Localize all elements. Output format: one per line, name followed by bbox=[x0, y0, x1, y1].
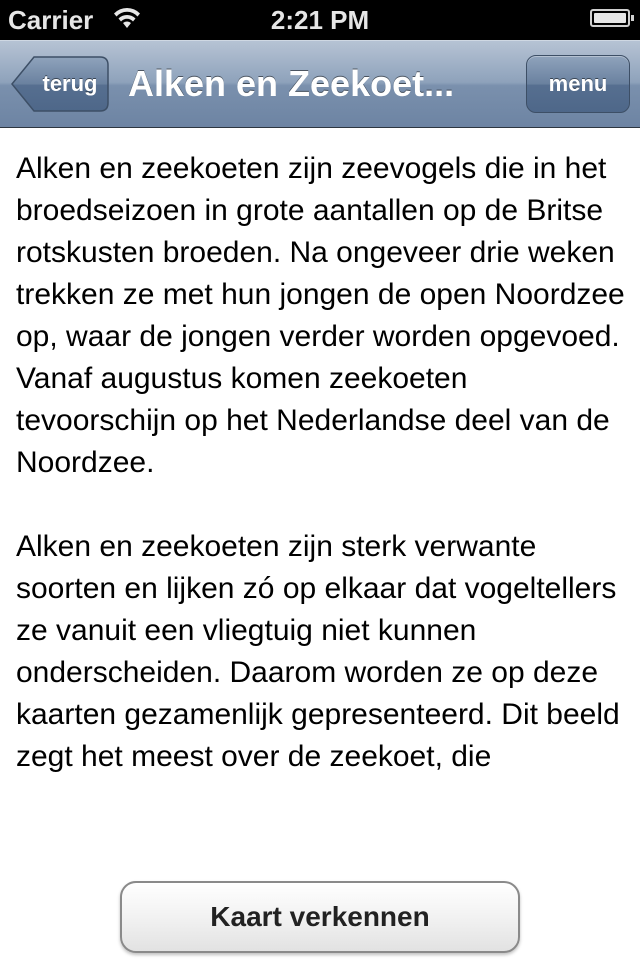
status-time: 2:21 PM bbox=[270, 5, 370, 35]
navigation-bar: terug Alken en Zeekoet... menu bbox=[0, 40, 640, 128]
menu-button[interactable]: menu bbox=[526, 55, 630, 113]
page-title: Alken en Zeekoet... bbox=[128, 63, 455, 104]
back-button-label: terug bbox=[42, 71, 98, 96]
back-button[interactable]: terug bbox=[10, 55, 110, 113]
article-text: Alken en zeekoeten zijn zeevogels die in… bbox=[16, 148, 626, 878]
explore-map-button[interactable]: Kaart verkennen bbox=[120, 881, 520, 953]
paragraph: Alken en zeekoeten zijn zeevogels die in… bbox=[16, 152, 625, 479]
paragraph: Alken en zeekoeten zijn sterk verwante s… bbox=[16, 530, 620, 773]
status-bar: Carrier 2:21 PM bbox=[0, 0, 640, 40]
battery-icon bbox=[590, 9, 634, 27]
